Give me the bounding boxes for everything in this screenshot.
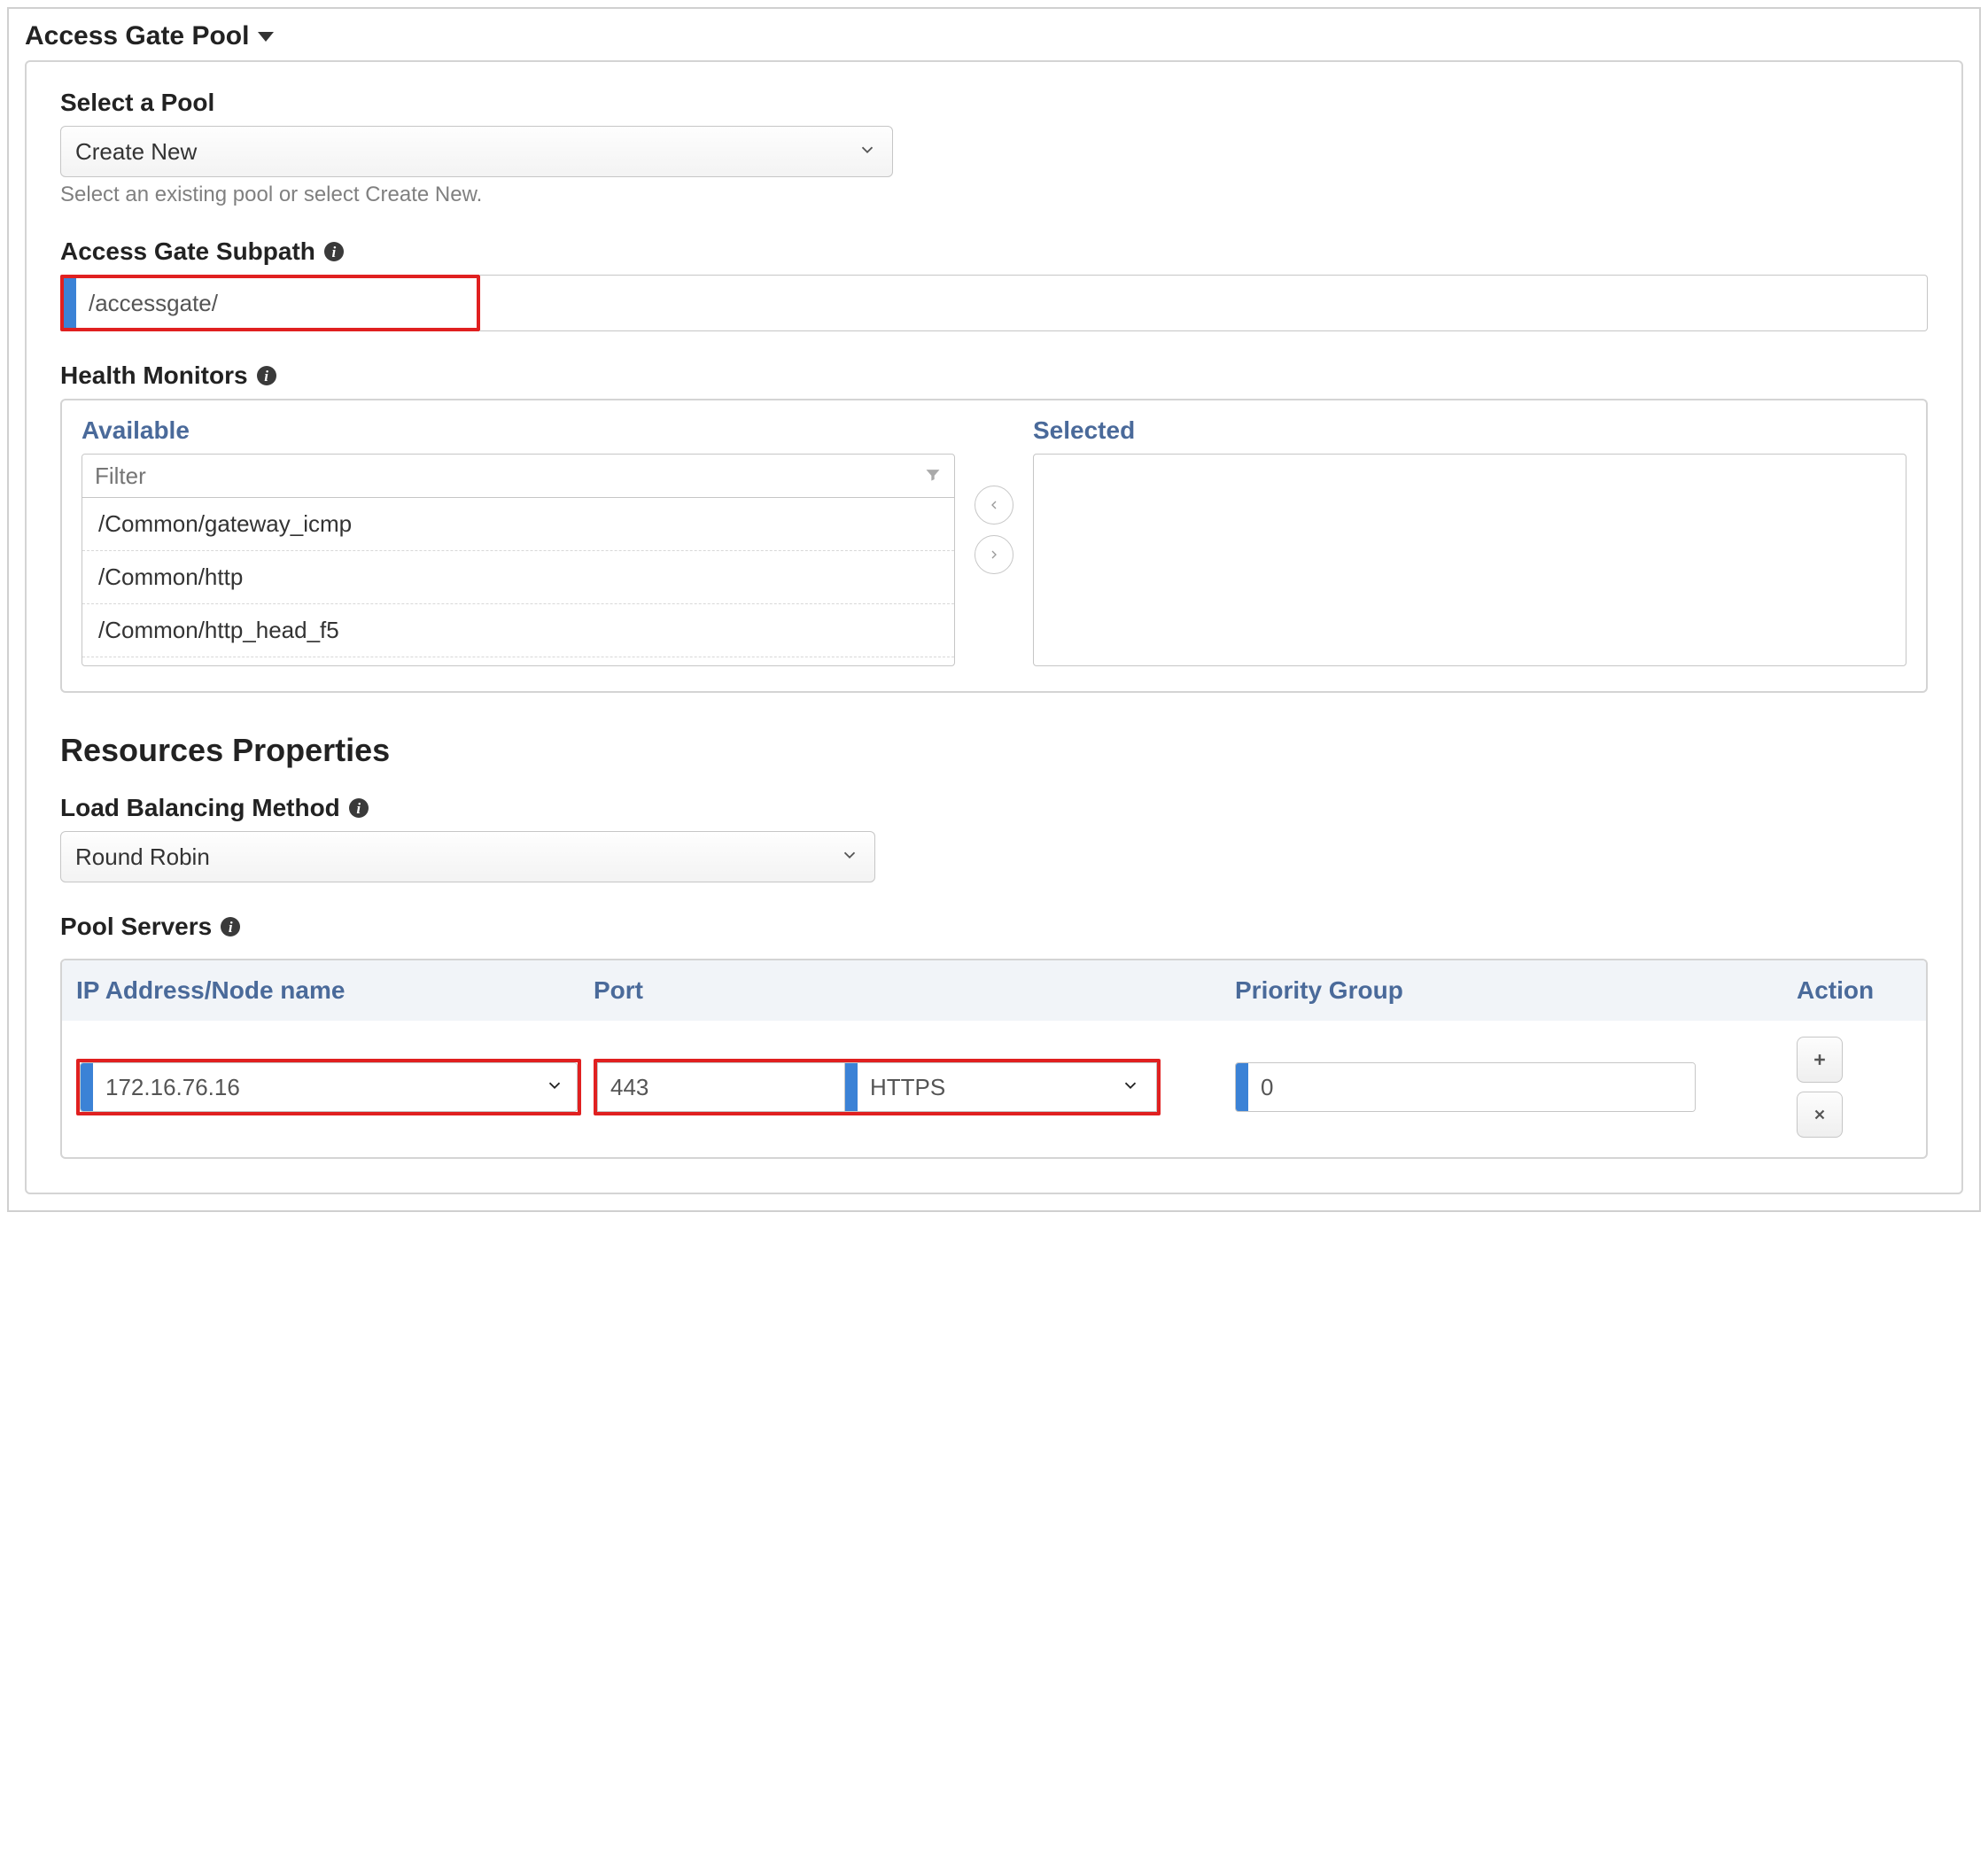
col-header-port: Port xyxy=(594,976,1161,1005)
chevron-down-icon[interactable] xyxy=(545,1073,564,1101)
info-icon[interactable]: i xyxy=(221,917,240,936)
select-pool-help: Select an existing pool or select Create… xyxy=(60,183,1928,207)
required-indicator xyxy=(1236,1063,1248,1111)
section-body: Select a Pool Create New Select an exist… xyxy=(25,60,1963,1194)
section-title: Access Gate Pool xyxy=(25,21,249,51)
col-header-ip: IP Address/Node name xyxy=(76,976,581,1005)
lbm-label: Load Balancing Method xyxy=(60,794,340,822)
select-pool-label: Select a Pool xyxy=(60,89,1928,117)
move-left-button[interactable] xyxy=(975,486,1013,525)
chevron-down-icon xyxy=(1121,1073,1140,1101)
available-items-scroll[interactable]: /Common/gateway_icmp /Common/http /Commo… xyxy=(82,498,954,664)
list-item[interactable] xyxy=(82,657,954,664)
available-heading: Available xyxy=(82,416,955,445)
available-filter-input[interactable] xyxy=(82,455,924,497)
required-indicator xyxy=(845,1063,858,1111)
resources-properties-heading: Resources Properties xyxy=(60,732,1928,769)
list-item[interactable]: /Common/http_head_f5 xyxy=(82,604,954,657)
add-row-button[interactable] xyxy=(1797,1037,1843,1083)
select-pool-dropdown[interactable]: Create New xyxy=(60,126,893,177)
list-item[interactable]: /Common/gateway_icmp xyxy=(82,498,954,551)
table-row: HTTPS xyxy=(62,1021,1926,1157)
required-indicator xyxy=(64,278,76,328)
move-right-button[interactable] xyxy=(975,535,1013,574)
health-monitors-label: Health Monitors xyxy=(60,361,248,390)
info-icon[interactable]: i xyxy=(324,242,344,261)
col-header-pg: Priority Group xyxy=(1235,976,1696,1005)
info-icon[interactable]: i xyxy=(257,366,276,385)
required-indicator xyxy=(81,1063,93,1111)
info-icon[interactable]: i xyxy=(349,798,369,818)
port-input[interactable] xyxy=(598,1063,845,1111)
ip-input[interactable] xyxy=(93,1063,577,1111)
subpath-label: Access Gate Subpath xyxy=(60,237,315,266)
pool-servers-label: Pool Servers xyxy=(60,913,212,941)
col-header-action: Action xyxy=(1797,976,1912,1005)
selected-listbox[interactable] xyxy=(1033,454,1906,666)
protocol-dropdown[interactable]: HTTPS xyxy=(858,1063,1156,1111)
pool-servers-table: IP Address/Node name Port Priority Group… xyxy=(60,959,1928,1159)
lbm-dropdown[interactable]: Round Robin xyxy=(60,831,875,882)
priority-group-input[interactable] xyxy=(1248,1063,1695,1111)
health-monitors-box: Available /Common/gateway_icmp /Common/h… xyxy=(60,399,1928,693)
section-toggle[interactable]: Access Gate Pool xyxy=(25,16,1963,60)
caret-down-icon xyxy=(258,32,274,42)
access-gate-pool-panel: Access Gate Pool Select a Pool Create Ne… xyxy=(7,7,1981,1212)
available-listbox: /Common/gateway_icmp /Common/http /Commo… xyxy=(82,454,955,666)
remove-row-button[interactable] xyxy=(1797,1092,1843,1138)
selected-heading: Selected xyxy=(1033,416,1906,445)
subpath-input[interactable] xyxy=(76,278,477,328)
filter-icon[interactable] xyxy=(924,462,942,490)
list-item[interactable]: /Common/http xyxy=(82,551,954,604)
